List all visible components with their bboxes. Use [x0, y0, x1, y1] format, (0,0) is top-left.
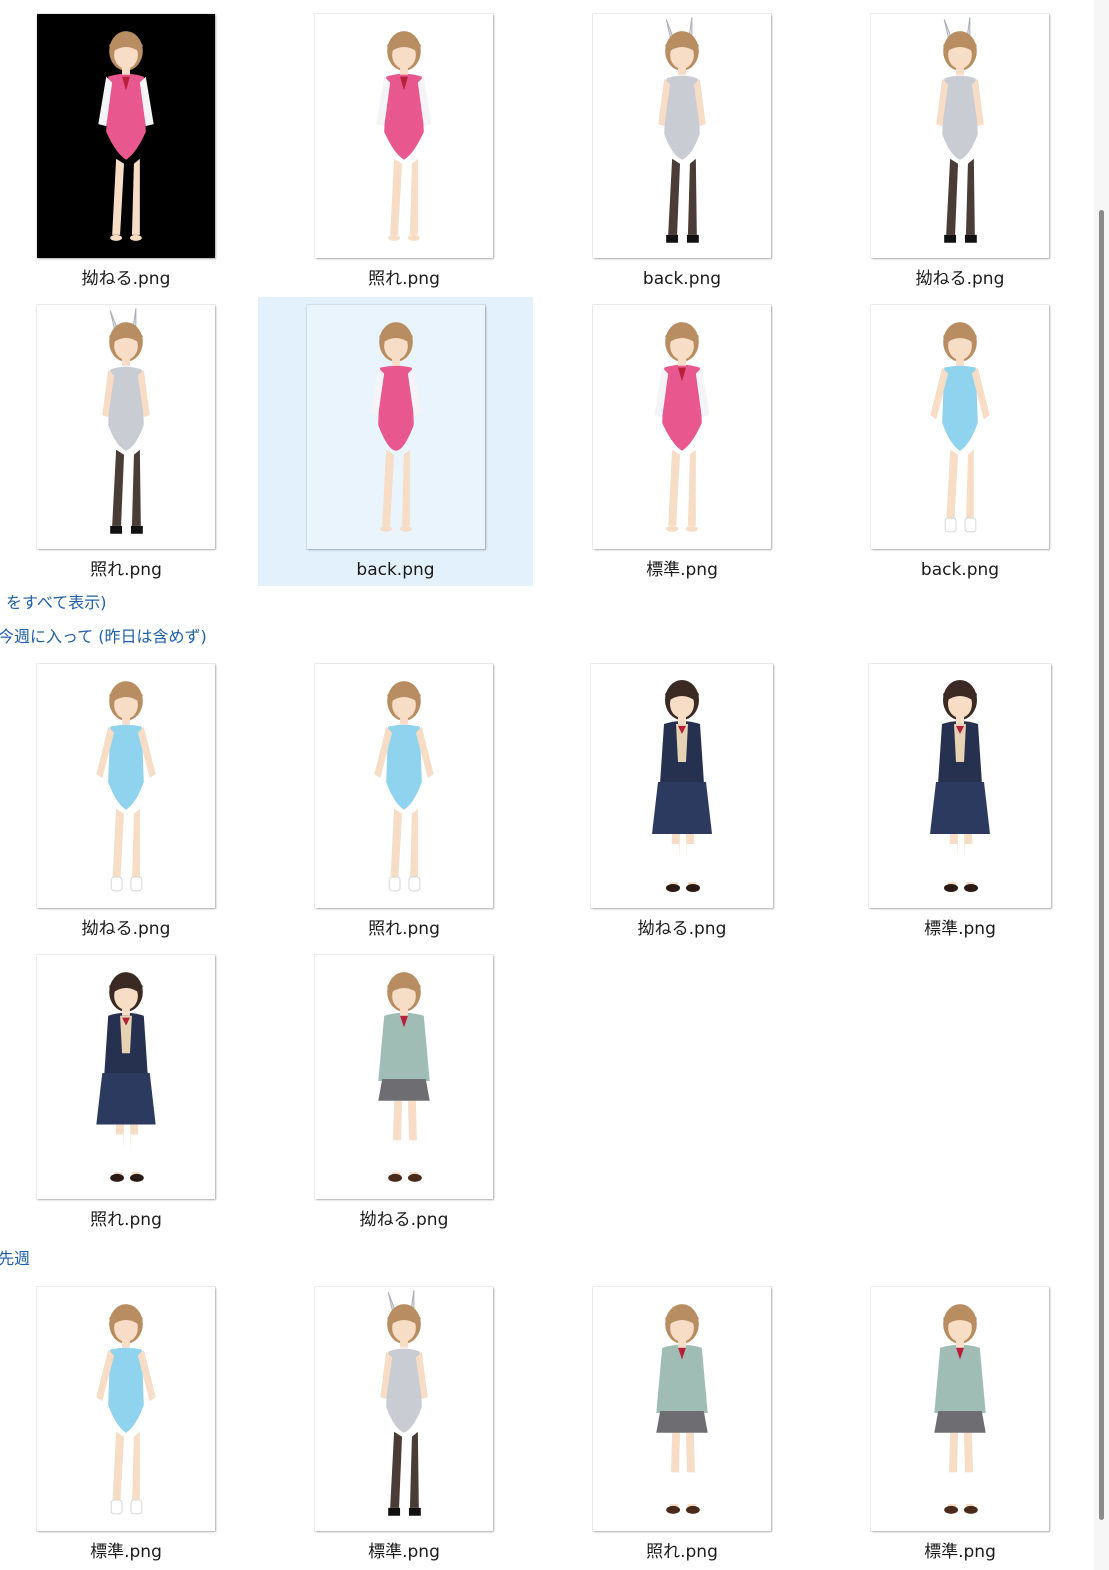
file-name: 拗ねる.png [915, 269, 1005, 289]
character-figure [96, 1304, 156, 1515]
show-all-link[interactable]: をすべて表示) [6, 593, 106, 613]
file-tile[interactable]: 標準.png [822, 650, 1098, 940]
image-thumbnail [869, 664, 1051, 908]
file-name: back.png [920, 560, 1000, 580]
character-figure [934, 1304, 986, 1514]
character-figure [936, 17, 984, 243]
character-figure [96, 972, 156, 1182]
image-thumbnail [315, 664, 493, 908]
image-thumbnail [37, 664, 215, 908]
character-figure [656, 1304, 708, 1514]
file-name: back.png [642, 269, 722, 289]
image-thumbnail [37, 1287, 215, 1531]
group-header-this-week[interactable]: 今週に入って (昨日は含めず) [0, 627, 207, 647]
image-thumbnail [306, 305, 485, 549]
file-tile[interactable]: 標準.png [822, 1273, 1098, 1563]
character-figure [376, 31, 432, 241]
file-tile[interactable]: 拗ねる.png [822, 0, 1098, 290]
file-name: 照れ.png [646, 1542, 718, 1562]
character-figure [380, 1290, 428, 1516]
file-name: 標準.png [924, 919, 996, 939]
character-figure [374, 681, 434, 892]
file-tile[interactable]: back.png [822, 291, 1098, 581]
image-thumbnail [871, 14, 1049, 258]
image-thumbnail [871, 1287, 1049, 1531]
file-name: 拗ねる.png [81, 269, 171, 289]
image-thumbnail [593, 14, 771, 258]
file-name: 拗ねる.png [359, 1210, 449, 1230]
file-tile[interactable]: 照れ.png [544, 1273, 820, 1563]
file-name: 標準.png [368, 1542, 440, 1562]
file-tile[interactable]: 照れ.png [0, 941, 264, 1231]
file-tile[interactable]: 拗ねる.png [544, 650, 820, 940]
character-figure [96, 681, 156, 892]
file-name: 標準.png [646, 560, 718, 580]
file-tile[interactable]: 拗ねる.png [0, 650, 264, 940]
group-header-last-week[interactable]: 先週 [0, 1249, 30, 1269]
image-thumbnail [871, 305, 1049, 549]
file-tile-selected[interactable]: back.png [258, 297, 533, 586]
image-thumbnail [37, 955, 215, 1199]
file-tile[interactable]: 照れ.png [266, 650, 542, 940]
image-thumbnail [315, 955, 493, 1199]
scrollbar-thumb[interactable] [1099, 210, 1104, 1520]
file-name: 照れ.png [368, 919, 440, 939]
vertical-scrollbar[interactable] [1094, 0, 1109, 1570]
character-figure [378, 972, 430, 1182]
image-thumbnail [593, 1287, 771, 1531]
file-tile[interactable]: 標準.png [0, 1273, 264, 1563]
character-figure [930, 322, 990, 533]
file-tile[interactable]: 照れ.png [266, 0, 542, 290]
image-thumbnail [593, 305, 771, 549]
file-name: 拗ねる.png [637, 919, 727, 939]
image-thumbnail [37, 305, 215, 549]
file-name: 標準.png [924, 1542, 996, 1562]
character-figure [930, 680, 990, 892]
file-name: 照れ.png [368, 269, 440, 289]
file-tile[interactable]: 標準.png [266, 1273, 542, 1563]
character-figure [652, 680, 712, 892]
file-tile[interactable]: 拗ねる.png [0, 0, 264, 290]
file-name: 照れ.png [90, 560, 162, 580]
image-thumbnail [315, 1287, 493, 1531]
character-figure [102, 308, 150, 534]
file-name: back.png [356, 560, 435, 580]
character-figure [98, 31, 154, 241]
file-tile[interactable]: back.png [544, 0, 820, 290]
character-figure [369, 322, 422, 532]
image-thumbnail [591, 664, 773, 908]
image-thumbnail [37, 14, 215, 258]
character-figure [654, 322, 710, 532]
file-tile[interactable]: 拗ねる.png [266, 941, 542, 1231]
file-tile[interactable]: 照れ.png [0, 291, 264, 581]
file-name: 拗ねる.png [81, 919, 171, 939]
file-name: 照れ.png [90, 1210, 162, 1230]
file-tile[interactable]: 標準.png [544, 291, 820, 581]
image-thumbnail [315, 14, 493, 258]
character-figure [658, 17, 706, 243]
file-name: 標準.png [90, 1542, 162, 1562]
file-grid-view: 拗ねる.png 照れ.png back.png 拗ねる.png 照れ.png b… [0, 0, 1094, 1570]
